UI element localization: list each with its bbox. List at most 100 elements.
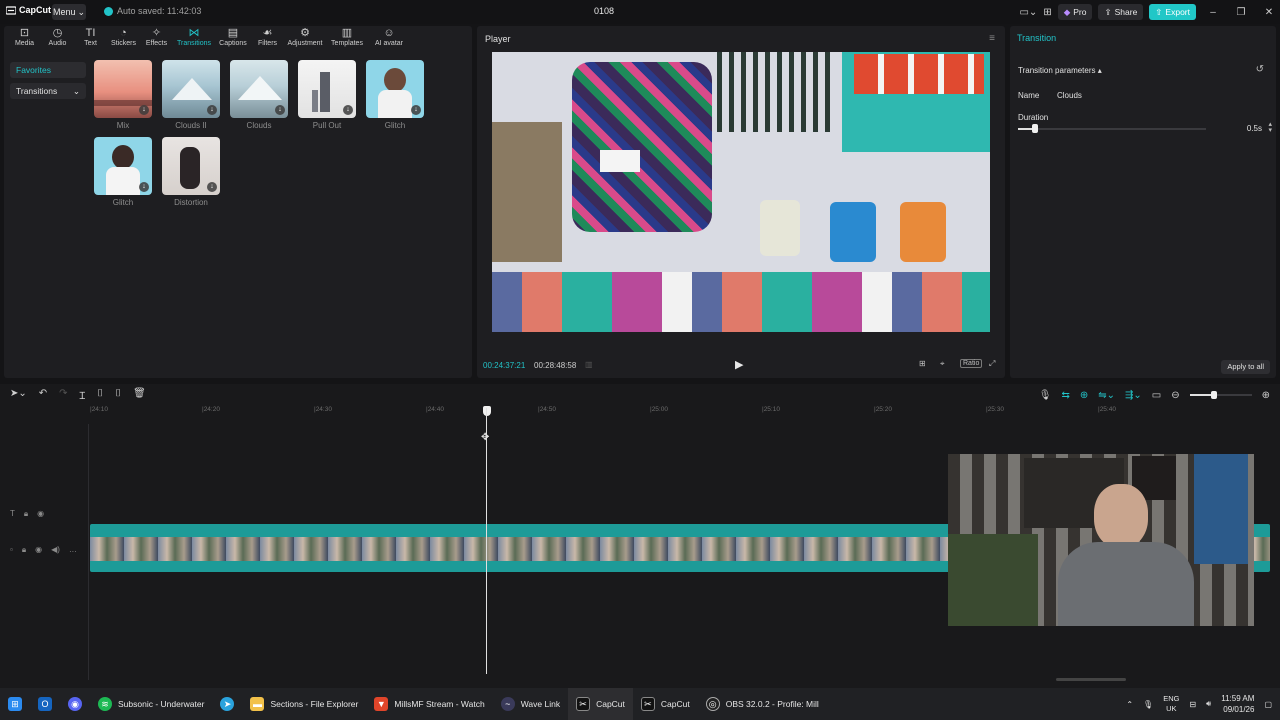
select-tool-icon[interactable]: ➤⌄: [10, 388, 27, 402]
playhead-handle[interactable]: [483, 406, 491, 416]
taskbar-spotify[interactable]: ≋ Subsonic - Underwater: [90, 688, 212, 720]
timeline-grid-icon[interactable]: ▥: [585, 360, 593, 369]
transition-thumb-glitch[interactable]: ↓: [366, 60, 424, 118]
timeline-ruler[interactable]: |24:10 |24:20 |24:30 |24:40 |24:50 |25:00 |25:…: [90, 406, 1280, 416]
link-icon[interactable]: ⇆: [1061, 390, 1069, 401]
shortcuts-icon[interactable]: ⊞: [1043, 7, 1051, 18]
restore-icon[interactable]: ❐: [1230, 7, 1252, 18]
duration-slider-track[interactable]: [1018, 128, 1206, 130]
lock-icon[interactable]: 🔒︎: [24, 509, 28, 519]
duration-stepper[interactable]: ▴ ▾: [1268, 121, 1272, 134]
zoom-slider-handle[interactable]: [1210, 391, 1217, 399]
transition-thumb-distortion[interactable]: ↓: [162, 137, 220, 195]
taskbar-capcut-1[interactable]: ✂ CapCut: [568, 688, 633, 720]
minimize-icon[interactable]: –: [1202, 7, 1224, 18]
snap-icon[interactable]: ⇋⌄: [1098, 390, 1115, 401]
export-button[interactable]: ⇧ Export: [1149, 4, 1196, 20]
download-icon[interactable]: ↓: [275, 105, 285, 115]
apply-to-all-button[interactable]: Apply to all: [1221, 360, 1270, 374]
tab-templates[interactable]: ▥ Templates: [326, 26, 368, 50]
more-icon[interactable]: …: [69, 545, 77, 555]
duration-value[interactable]: 0.5s: [1247, 124, 1262, 133]
taskbar-outlook[interactable]: O: [30, 688, 60, 720]
video-preview[interactable]: [492, 52, 990, 332]
download-icon[interactable]: ↓: [139, 182, 149, 192]
microphone-icon[interactable]: 🎙: [1039, 390, 1052, 401]
taskbar-start[interactable]: ⊞: [0, 688, 30, 720]
undo-icon[interactable]: ↶: [39, 388, 47, 402]
taskbar-wave-link[interactable]: ~ Wave Link: [493, 688, 568, 720]
transition-thumb-mix[interactable]: ↓: [94, 60, 152, 118]
pro-button[interactable]: ◆ Pro: [1057, 4, 1093, 20]
taskbar-capcut-2[interactable]: ✂ CapCut: [633, 688, 698, 720]
transition-thumb-pull-out[interactable]: ↓: [298, 60, 356, 118]
taskbar-telegram[interactable]: ➤: [212, 688, 242, 720]
split-icon[interactable]: Ɪ: [80, 388, 86, 402]
split-right-icon[interactable]: ⌷: [115, 388, 121, 402]
fullscreen-icon[interactable]: ⤢: [989, 359, 995, 369]
layout-icon[interactable]: ▭⌄: [1019, 7, 1037, 18]
zoom-slider[interactable]: [1189, 390, 1252, 400]
tab-filters[interactable]: ☙ Filters: [251, 26, 284, 50]
taskbar-obs[interactable]: ◎ OBS 32.0.2 - Profile: Mill: [698, 688, 827, 720]
microphone-icon[interactable]: 🎙︎: [1143, 700, 1153, 709]
sidebar-item-transitions[interactable]: Transitions ⌄: [10, 83, 86, 99]
download-icon[interactable]: ↓: [207, 105, 217, 115]
taskbar-discord[interactable]: ◉: [60, 688, 90, 720]
tab-media[interactable]: ⊡ Media: [8, 26, 41, 50]
menu-icon[interactable]: ≡: [989, 33, 995, 44]
tab-effects[interactable]: ✧ Effects: [140, 26, 173, 50]
share-button[interactable]: ⇪ Share: [1098, 4, 1144, 20]
caption-icon[interactable]: ▭: [1152, 390, 1161, 401]
download-icon[interactable]: ↓: [207, 182, 217, 192]
tab-text[interactable]: TI Text: [74, 26, 107, 50]
stepper-down-icon[interactable]: ▾: [1268, 127, 1272, 134]
delete-icon[interactable]: 🗑: [133, 388, 146, 402]
transition-thumb-glitch-2[interactable]: ↓: [94, 137, 152, 195]
eye-icon[interactable]: ◉: [35, 545, 42, 555]
magnet-icon[interactable]: ⊕: [1080, 390, 1088, 401]
reset-icon[interactable]: ↺: [1256, 64, 1264, 75]
play-button[interactable]: ▶: [735, 358, 743, 371]
network-icon[interactable]: ⊟: [1189, 700, 1196, 709]
tab-transitions[interactable]: ⋈ Transitions: [173, 26, 215, 50]
language-indicator[interactable]: ENG UK: [1163, 694, 1179, 714]
menu-button[interactable]: Menu ⌄: [52, 4, 86, 20]
audio-mute-icon[interactable]: ◀): [51, 545, 60, 555]
zoom-in-icon[interactable]: ⊕: [1262, 390, 1270, 401]
zoom-out-icon[interactable]: ⊖: [1171, 390, 1179, 401]
transition-params-header[interactable]: Transition parameters ▴: [1018, 66, 1102, 75]
tab-audio[interactable]: ◷ Audio: [41, 26, 74, 50]
chevron-up-icon[interactable]: ⌃: [1126, 700, 1133, 709]
notification-icon[interactable]: ▢: [1264, 700, 1272, 709]
download-icon[interactable]: ↓: [139, 105, 149, 115]
sidebar-item-favorites[interactable]: Favorites: [10, 62, 86, 78]
tab-stickers[interactable]: ◔ Stickers: [107, 26, 140, 50]
title-bar: CapCut Menu ⌄ Auto saved: 11:42:03 0108 …: [0, 0, 1280, 24]
transition-thumb-clouds-ii[interactable]: ↓: [162, 60, 220, 118]
taskbar-brave[interactable]: ▼ MillsMF Stream - Watch: [366, 688, 492, 720]
close-icon[interactable]: ✕: [1258, 7, 1280, 18]
tab-adjustment[interactable]: ⚙ Adjustment: [284, 26, 326, 50]
split-left-icon[interactable]: ⌷: [97, 388, 103, 402]
volume-icon[interactable]: 🔊︎: [1206, 699, 1211, 709]
tab-ai-avatar[interactable]: ☺ AI avatar: [368, 26, 410, 50]
download-icon[interactable]: ↓: [411, 105, 421, 115]
lock-icon[interactable]: 🔒︎: [22, 545, 26, 555]
taskbar-file-explorer[interactable]: ▬ Sections - File Explorer: [242, 688, 366, 720]
cover-icon[interactable]: ▫: [10, 545, 13, 555]
download-icon[interactable]: ↓: [343, 105, 353, 115]
ratio-button[interactable]: Ratio: [960, 359, 983, 368]
playhead[interactable]: [486, 408, 487, 674]
redo-icon[interactable]: ↷: [59, 388, 67, 402]
fullscreen-preview-icon[interactable]: ⊞: [919, 359, 926, 368]
timeline-scrollbar[interactable]: [1056, 678, 1126, 681]
project-name[interactable]: 0108: [560, 6, 648, 16]
transition-thumb-clouds[interactable]: ↓: [230, 60, 288, 118]
tab-captions[interactable]: ▤ Captions: [215, 26, 251, 50]
crop-icon[interactable]: ⌖: [940, 359, 945, 369]
preview-axis-icon[interactable]: ⇶⌄: [1125, 390, 1142, 401]
eye-icon[interactable]: ◉: [37, 509, 44, 519]
system-clock[interactable]: 11:59 AM 09/01/26: [1221, 693, 1254, 715]
duration-slider-handle[interactable]: [1032, 124, 1038, 133]
